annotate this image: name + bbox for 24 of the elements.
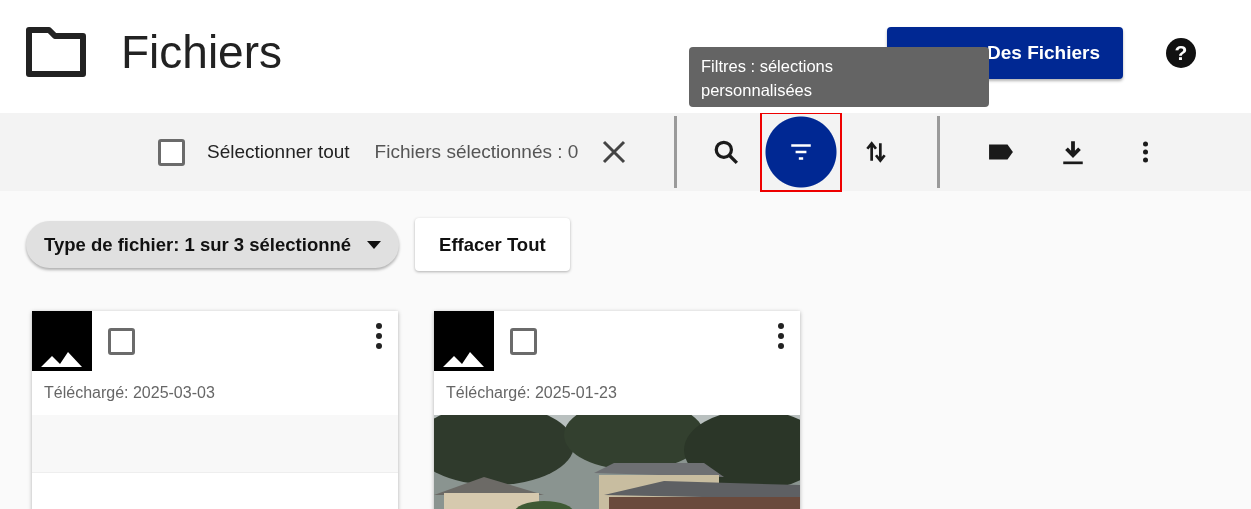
close-icon[interactable]: [602, 140, 627, 164]
upload-date: Téléchargé: 2025-03-03: [43, 383, 216, 403]
caret-icon: [367, 240, 382, 249]
more-icon: [1141, 140, 1149, 164]
more-icon[interactable]: [375, 323, 383, 349]
image-icon: [32, 311, 92, 371]
select-all-label: Sélectionner tout: [207, 139, 350, 164]
help-icon[interactable]: ?: [1166, 38, 1196, 68]
filter-button[interactable]: [762, 114, 841, 190]
image-icon: [434, 311, 494, 371]
file-card[interactable]: Téléchargé: 2025-03-03: [32, 311, 398, 509]
selected-count: Fichiers sélectionnés : 0: [374, 139, 579, 164]
file-checkbox[interactable]: [510, 327, 537, 355]
page-title: Fichiers: [121, 28, 283, 75]
upload-date: Téléchargé: 2025-01-23: [445, 383, 618, 403]
file-checkbox[interactable]: [108, 327, 135, 355]
file-type-filter[interactable]: Type de fichier: 1 sur 3 sélectionné: [26, 221, 400, 268]
file-card[interactable]: Téléchargé: 2025-01-23: [434, 311, 800, 509]
more-icon[interactable]: [777, 323, 785, 349]
tooltip: Filtres : sélections personnalisées: [689, 47, 989, 107]
search-icon: [713, 139, 740, 165]
clear-all-button[interactable]: Effacer Tout: [415, 218, 570, 271]
folder-icon: [25, 25, 87, 78]
select-all-checkbox[interactable]: [158, 138, 185, 166]
